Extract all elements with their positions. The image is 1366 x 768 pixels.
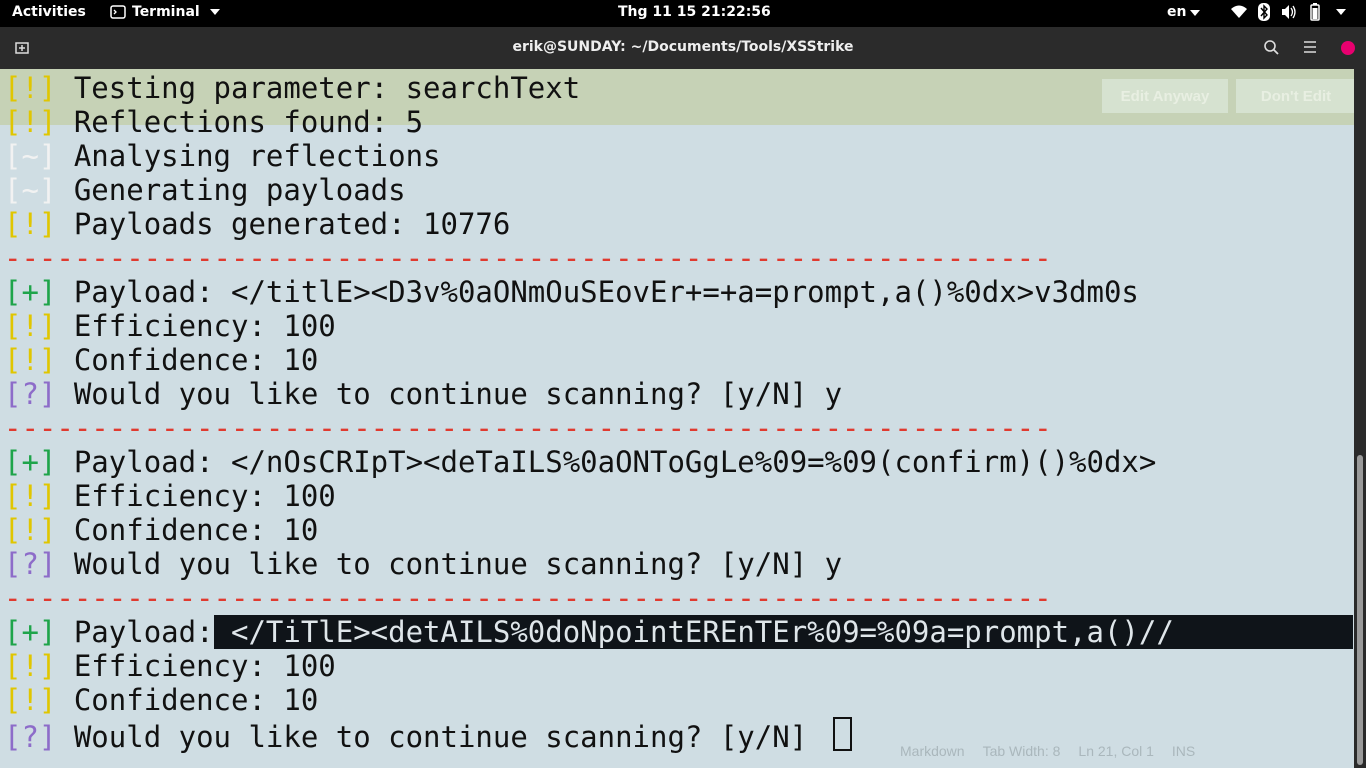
- activities-button[interactable]: Activities: [12, 4, 86, 20]
- app-menu-label: Terminal: [132, 4, 200, 20]
- terminal-line: ----------------------------------------…: [4, 411, 1353, 445]
- status-tag: [!]: [4, 683, 57, 717]
- scrollbar[interactable]: [1354, 69, 1366, 768]
- terminal-output: [!] Testing parameter: searchText [!] Ref…: [4, 71, 1353, 754]
- terminal-line: [!] Reflections found: 5: [4, 105, 1353, 139]
- volume-icon: [1282, 5, 1296, 19]
- line-text: Efficiency: 100: [56, 479, 336, 513]
- terminal-line: ----------------------------------------…: [4, 581, 1353, 615]
- window-titlebar[interactable]: erik@SUNDAY: ~/Documents/Tools/XSStrike: [0, 27, 1366, 69]
- terminal-line: [!] Confidence: 10: [4, 513, 1353, 547]
- status-tag: [?]: [4, 547, 57, 581]
- wifi-icon: [1231, 5, 1247, 18]
- line-text: Would you like to continue scanning? [y/…: [56, 547, 843, 581]
- line-text: Efficiency: 100: [56, 649, 336, 683]
- line-text: Payload: </nOsCRIpT><deTaILS%0aONToGgLe%…: [56, 445, 1157, 479]
- line-text: Payload:: [56, 615, 214, 649]
- terminal-view[interactable]: Edit Anyway Don't Edit Markdown Tab Widt…: [0, 69, 1366, 768]
- search-icon[interactable]: [1263, 39, 1279, 55]
- chevron-down-icon: [209, 9, 220, 15]
- status-tag: [?]: [4, 377, 57, 411]
- language-label: en: [1167, 4, 1187, 20]
- status-tag: [!]: [4, 649, 57, 683]
- scrollbar-thumb[interactable]: [1357, 455, 1363, 765]
- terminal-line: [+] Payload: </TiTlE><detAILS%0doNpointE…: [4, 615, 1353, 649]
- line-text: Confidence: 10: [56, 513, 319, 547]
- status-tag: [~]: [4, 173, 57, 207]
- terminal-line: ----------------------------------------…: [4, 241, 1353, 275]
- separator-line: ----------------------------------------…: [4, 581, 1052, 615]
- terminal-line: [!] Efficiency: 100: [4, 649, 1353, 683]
- bluetooth-icon: [1258, 3, 1270, 21]
- line-text: Would you like to continue scanning? [y/…: [56, 377, 843, 411]
- terminal-line: [!] Confidence: 10: [4, 683, 1353, 717]
- status-tag: [!]: [4, 309, 57, 343]
- terminal-line: [!] Efficiency: 100: [4, 479, 1353, 513]
- terminal-line: [?] Would you like to continue scanning?…: [4, 377, 1353, 411]
- status-tag: [+]: [4, 615, 57, 649]
- language-indicator[interactable]: en: [1167, 4, 1201, 20]
- line-text: Confidence: 10: [56, 683, 319, 717]
- close-button[interactable]: [1341, 41, 1355, 55]
- top-bar: Activities Terminal Thg 11 15 21:22:56 e…: [0, 0, 1366, 27]
- terminal-line: [~] Analysing reflections: [4, 139, 1353, 173]
- text-cursor[interactable]: [832, 717, 852, 751]
- line-text: Analysing reflections: [56, 139, 441, 173]
- line-text: Testing parameter: searchText: [56, 71, 581, 105]
- status-tag: [?]: [4, 720, 57, 754]
- status-tag: [!]: [4, 71, 57, 105]
- status-tag: [!]: [4, 207, 57, 241]
- chevron-down-icon: [1336, 9, 1346, 15]
- line-text: Payload: </titlE><D3v%0aONmOuSEovEr+=+a=…: [56, 275, 1139, 309]
- app-menu[interactable]: Terminal: [110, 4, 220, 20]
- selected-text[interactable]: </TiTlE><detAILS%0doNpointEREnTEr%09=%09…: [213, 615, 1353, 649]
- terminal-line: [?] Would you like to continue scanning?…: [4, 547, 1353, 581]
- terminal-line: [~] Generating payloads: [4, 173, 1353, 207]
- line-text: Would you like to continue scanning? [y/…: [56, 720, 825, 754]
- separator-line: ----------------------------------------…: [4, 241, 1052, 275]
- window-title: erik@SUNDAY: ~/Documents/Tools/XSStrike: [512, 39, 854, 55]
- line-text: Payloads generated: 10776: [56, 207, 511, 241]
- line-text: Efficiency: 100: [56, 309, 336, 343]
- terminal-line: [!] Efficiency: 100: [4, 309, 1353, 343]
- line-text: Reflections found: 5: [56, 105, 424, 139]
- terminal-line: [+] Payload: </titlE><D3v%0aONmOuSEovEr+…: [4, 275, 1353, 309]
- status-tag: [!]: [4, 479, 57, 513]
- separator-line: ----------------------------------------…: [4, 411, 1052, 445]
- status-tag: [!]: [4, 343, 57, 377]
- terminal-line: [?] Would you like to continue scanning?…: [4, 717, 1353, 754]
- status-tag: [~]: [4, 139, 57, 173]
- line-text: Confidence: 10: [56, 343, 319, 377]
- status-tag: [+]: [4, 445, 57, 479]
- terminal-line: [!] Testing parameter: searchText: [4, 71, 1353, 105]
- line-text: Generating payloads: [56, 173, 406, 207]
- status-tag: [!]: [4, 105, 57, 139]
- hamburger-menu-icon[interactable]: [1302, 40, 1318, 54]
- status-tag: [!]: [4, 513, 57, 547]
- terminal-line: [!] Confidence: 10: [4, 343, 1353, 377]
- terminal-icon: [110, 5, 126, 19]
- status-tag: [+]: [4, 275, 57, 309]
- clock[interactable]: Thg 11 15 21:22:56: [618, 4, 771, 20]
- battery-icon: [1310, 3, 1320, 21]
- terminal-line: [!] Payloads generated: 10776: [4, 207, 1353, 241]
- terminal-line: [+] Payload: </nOsCRIpT><deTaILS%0aONToG…: [4, 445, 1353, 479]
- chevron-down-icon: [1190, 10, 1201, 16]
- system-tray[interactable]: [1230, 3, 1346, 21]
